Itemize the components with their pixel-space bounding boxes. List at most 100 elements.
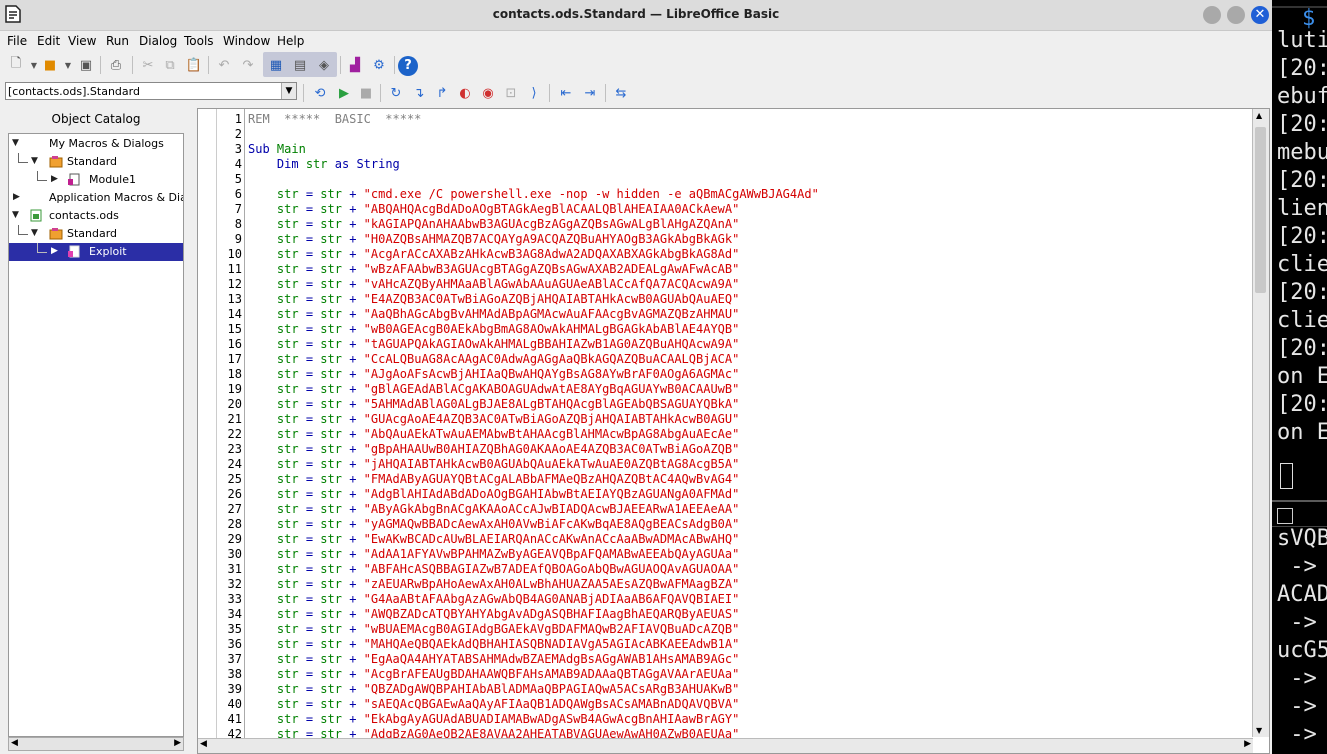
watch-icon[interactable]: ⊡ xyxy=(501,83,521,103)
line-number: 23 xyxy=(227,442,242,456)
insert-source-icon[interactable]: ⇤ xyxy=(556,83,576,103)
tree-item-exploit[interactable]: ▶ Exploit xyxy=(9,243,183,261)
scroll-right-icon[interactable]: ▶ xyxy=(1244,739,1251,749)
terminal-line: [20: xyxy=(1277,280,1327,305)
new-document-icon[interactable]: 🗋 xyxy=(6,55,26,75)
collapsed-arrow-icon[interactable]: ▶ xyxy=(51,174,58,184)
menu-help[interactable]: Help xyxy=(277,34,304,48)
breakpoint-column[interactable] xyxy=(198,109,217,753)
code-line: str = str + "gBlAGEAdABlACgAKABOAGUAdwAt… xyxy=(276,382,740,396)
object-catalog-icon[interactable]: ▦ xyxy=(266,55,286,75)
stop-icon[interactable]: ■ xyxy=(356,83,376,103)
help-icon[interactable]: ? xyxy=(398,56,418,76)
compile-icon[interactable]: ⟲ xyxy=(310,83,330,103)
code-line: str = str + "AWQBZADcATQBYAHYAbgAvADgASQ… xyxy=(276,607,740,621)
line-number: 38 xyxy=(227,667,242,681)
line-number: 10 xyxy=(227,247,242,261)
code-line: str = str + "5AHMAdABlAG0ALgBJAE8ALgBTAH… xyxy=(276,397,740,411)
step-into-icon[interactable]: ↴ xyxy=(409,83,429,103)
terminal-line: -> xyxy=(1277,722,1317,747)
tree-item-standard[interactable]: ▼ Standard xyxy=(9,153,183,171)
run-icon[interactable]: ▶ xyxy=(334,83,354,103)
scroll-left-icon[interactable]: ◀ xyxy=(11,738,18,748)
code-line: str = str + "jAHQAIABTAHkAcwB0AGUAbQAuAE… xyxy=(276,457,740,471)
menu-window[interactable]: Window xyxy=(223,34,270,48)
redo-icon[interactable]: ↷ xyxy=(238,55,258,75)
expanded-arrow-icon[interactable]: ▼ xyxy=(12,138,19,148)
terminal-line: on E xyxy=(1277,364,1327,389)
code-editor[interactable]: 1 2 3 4 5 6 7 8 9 10 11 12 13 14 15 16 17 18 19 20 21 22 23 24 2… xyxy=(197,108,1270,754)
macro-toolbar: [contacts.ods].Standard ▼ ⟲ ▶ ■ ↻ ↴ ↱ ◐ … xyxy=(0,79,1272,105)
code-line: str = str + "H0AZQBsAHMAZQB7ACQAYgA9ACQA… xyxy=(276,232,740,246)
line-number: 6 xyxy=(234,187,242,201)
tree-item-module1[interactable]: ▶ Module1 xyxy=(9,171,183,189)
terminal-line: -> xyxy=(1277,554,1317,579)
menu-tools[interactable]: Tools xyxy=(184,34,214,48)
paste-icon[interactable]: 📋 xyxy=(184,55,204,75)
pane-icon[interactable] xyxy=(1277,508,1293,524)
save-source-icon[interactable]: ⇥ xyxy=(580,83,600,103)
line-number: 36 xyxy=(227,637,242,651)
maximize-button[interactable] xyxy=(1227,6,1245,24)
expanded-arrow-icon[interactable]: ▼ xyxy=(31,156,38,166)
import-basic-icon[interactable]: ▟ xyxy=(345,55,365,75)
expanded-arrow-icon[interactable]: ▼ xyxy=(31,228,38,238)
title-bar: contacts.ods.Standard — LibreOffice Basi… xyxy=(0,0,1272,31)
catalog-horizontal-scrollbar[interactable]: ◀ ▶ xyxy=(8,737,184,751)
scroll-up-icon[interactable]: ▲ xyxy=(1256,111,1262,120)
code-line: str = str + "zAEUARwBpAHoAewAxAH0ALwBhAH… xyxy=(276,577,740,591)
line-number: 28 xyxy=(227,517,242,531)
collapsed-arrow-icon[interactable]: ▶ xyxy=(13,192,20,202)
menu-file[interactable]: File xyxy=(7,34,27,48)
breakpoint-icon[interactable]: ◐ xyxy=(455,83,475,103)
undo-icon[interactable]: ↶ xyxy=(214,55,234,75)
code-line: str = str + "gBpAHAAUwB0AHIAZQBhAG0AKAAo… xyxy=(276,442,740,456)
manage-breakpoints-icon[interactable]: ◉ xyxy=(478,83,498,103)
minimize-button[interactable] xyxy=(1203,6,1221,24)
expanded-arrow-icon[interactable]: ▼ xyxy=(12,210,19,220)
chevron-down-icon[interactable]: ▼ xyxy=(281,83,296,99)
toggle-comment-icon[interactable]: ⇆ xyxy=(611,83,631,103)
export-basic-icon[interactable]: ⚙ xyxy=(369,55,389,75)
line-number: 15 xyxy=(227,322,242,336)
open-dropdown-icon[interactable]: ▼ xyxy=(58,55,78,75)
scroll-down-icon[interactable]: ▼ xyxy=(1256,726,1262,735)
line-number: 9 xyxy=(234,232,242,246)
tree-item-application-macros[interactable]: ▶ Application Macros & Dialogs xyxy=(9,189,183,207)
line-number: 20 xyxy=(227,397,242,411)
close-button[interactable]: ✕ xyxy=(1251,6,1269,24)
scroll-left-icon[interactable]: ◀ xyxy=(200,739,207,749)
code-line: str = str + "AByAGkAbgBnACgAKAAoACcAJwBI… xyxy=(276,502,740,516)
line-number: 22 xyxy=(227,427,242,441)
print-icon[interactable]: ⎙ xyxy=(106,55,126,75)
step-over-icon[interactable]: ↻ xyxy=(386,83,406,103)
find-parentheses-icon[interactable]: ⟩ xyxy=(524,83,544,103)
cut-icon[interactable]: ✂ xyxy=(138,55,158,75)
terminal-line: [20: xyxy=(1277,336,1327,361)
vertical-scrollbar[interactable]: ▲ ▼ xyxy=(1252,109,1269,737)
horizontal-scrollbar[interactable]: ◀ ▶ xyxy=(198,738,1253,753)
tree-item-standard-doc[interactable]: ▼ Standard xyxy=(9,225,183,243)
terminal-cursor xyxy=(1280,463,1293,489)
tree-item-contacts-ods[interactable]: ▼ contacts.ods xyxy=(9,207,183,225)
menu-run[interactable]: Run xyxy=(106,34,129,48)
copy-icon[interactable]: ⧉ xyxy=(160,55,180,75)
code-line: str = str + "G4AaABtAFAAbgAzAGwAbQB4AG0A… xyxy=(276,592,740,606)
menu-dialog[interactable]: Dialog xyxy=(139,34,177,48)
modules-icon[interactable]: ◈ xyxy=(314,55,334,75)
step-out-icon[interactable]: ↱ xyxy=(432,83,452,103)
macros-icon[interactable]: ▤ xyxy=(290,55,310,75)
open-folder-icon[interactable]: ■ xyxy=(40,55,60,75)
vertical-scroll-thumb[interactable] xyxy=(1255,127,1266,293)
code-line: Dim str as String xyxy=(276,157,400,171)
scroll-right-icon[interactable]: ▶ xyxy=(174,738,181,748)
library-select[interactable]: [contacts.ods].Standard ▼ xyxy=(5,82,297,100)
collapsed-arrow-icon[interactable]: ▶ xyxy=(51,246,58,256)
code-line: str = str + "sAEQAcQBGAEwAaQAyAFIAaQB1AD… xyxy=(276,697,740,711)
code-line: REM ***** BASIC ***** xyxy=(248,112,422,126)
save-icon[interactable]: ▣ xyxy=(76,55,96,75)
tree-item-my-macros[interactable]: ▼ My Macros & Dialogs xyxy=(9,135,183,153)
menu-view[interactable]: View xyxy=(68,34,96,48)
code-line: str = str + "AcgArACcAXABzAHkAcwB3AG8Adw… xyxy=(276,247,740,261)
menu-edit[interactable]: Edit xyxy=(37,34,60,48)
